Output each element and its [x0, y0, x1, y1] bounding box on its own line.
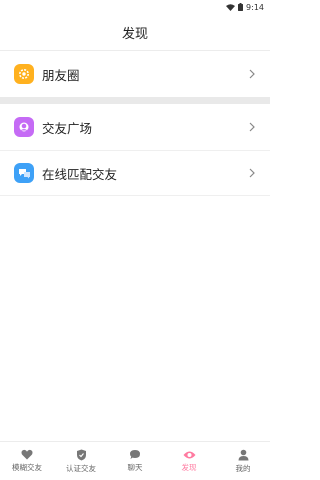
status-bar: 9:14 — [0, 0, 270, 14]
gear-icon — [14, 64, 34, 84]
shield-icon — [76, 449, 86, 460]
tab-verified-dating[interactable]: 认证交友 — [54, 442, 108, 480]
tab-label: 聊天 — [127, 463, 143, 472]
menu-item-label: 朋友圈 — [42, 67, 80, 83]
menu-item-moments[interactable]: 朋友圈 — [0, 51, 270, 97]
menu-item-online-match[interactable]: 在线匹配交友 — [0, 150, 270, 196]
chevron-right-icon — [249, 122, 255, 132]
page-header: 发现 — [0, 14, 270, 51]
chevron-right-icon — [249, 168, 255, 178]
tab-label: 模糊交友 — [12, 463, 42, 472]
chevron-right-icon — [249, 69, 255, 79]
menu-group-2: 交友广场 在线匹配交友 — [0, 104, 270, 196]
page-title: 发现 — [121, 26, 148, 42]
tab-mine[interactable]: 我的 — [216, 442, 270, 480]
battery-icon — [238, 3, 244, 11]
eye-icon — [183, 451, 195, 458]
tab-fuzzy-dating[interactable]: 模糊交友 — [0, 442, 54, 480]
bottom-tab-bar: 模糊交友 认证交友 聊天 发现 我的 — [0, 441, 270, 480]
tab-label: 我的 — [235, 463, 251, 473]
menu-item-label: 在线匹配交友 — [42, 166, 118, 182]
wifi-icon — [226, 3, 236, 11]
menu-item-social-square[interactable]: 交友广场 — [0, 104, 270, 150]
globe-icon — [14, 117, 34, 137]
tab-chat[interactable]: 聊天 — [108, 442, 162, 480]
user-icon — [238, 449, 248, 460]
menu-item-label: 交友广场 — [42, 120, 93, 136]
chat-match-icon — [14, 163, 34, 183]
tab-discover[interactable]: 发现 — [162, 442, 216, 480]
chat-icon — [130, 450, 140, 459]
status-time: 9:14 — [246, 2, 264, 12]
menu-group-1: 朋友圈 — [0, 51, 270, 97]
tab-label: 认证交友 — [66, 463, 96, 473]
section-divider — [0, 97, 270, 104]
heart-icon — [21, 449, 33, 460]
tab-label: 发现 — [181, 462, 197, 472]
